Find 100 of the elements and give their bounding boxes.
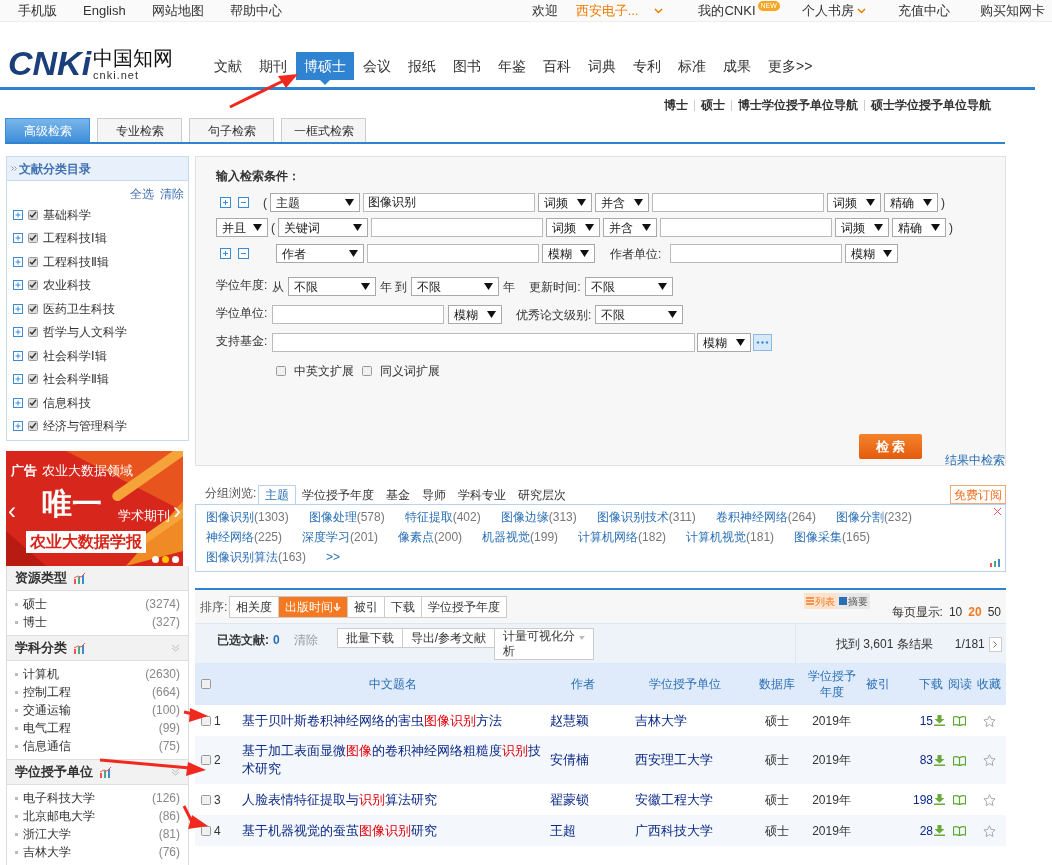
chart-icon[interactable] [73,642,86,654]
checkbox[interactable] [28,233,38,244]
expand-icon[interactable] [13,350,23,361]
author-link[interactable]: 安倩楠 [550,752,589,768]
select-all-link[interactable]: 全选 [130,185,154,203]
topic-link[interactable]: 图像识别算法(163) [206,549,306,566]
checkbox[interactable] [28,303,38,314]
ad-prev[interactable]: ‹ [8,499,16,523]
checkbox[interactable] [28,350,38,361]
column-header[interactable]: 作者 [545,663,620,705]
nav-tab[interactable]: 标准 [670,52,714,80]
sub-link[interactable]: 博士 [664,96,688,114]
nav-tab[interactable]: 图书 [445,52,489,80]
text-field[interactable]: 图像识别 [363,193,535,212]
expand-icon[interactable] [13,421,23,432]
topic-link[interactable]: 图像采集(165) [794,529,871,546]
checkbox[interactable] [201,715,211,726]
download-icon[interactable] [934,794,945,805]
dropdown[interactable]: 关键词 [278,218,368,237]
chart-icon[interactable] [99,766,112,778]
dropdown[interactable]: 不限 [595,305,684,324]
checkbox[interactable] [362,366,372,376]
book-icon[interactable] [953,716,966,727]
topic-link[interactable]: 计算机网络(182) [578,529,667,546]
download-count[interactable]: 15 [919,711,933,730]
clear-link[interactable]: 清除 [160,185,184,203]
dropdown[interactable]: 词频 [827,193,881,212]
column-header[interactable]: 数据库 [750,663,803,705]
facet-link[interactable]: 控制工程 [23,683,71,701]
nav-tab[interactable]: 成果 [715,52,759,80]
close-icon[interactable] [994,508,1001,515]
unit-link[interactable]: 广西科技大学 [635,822,713,838]
chart-icon[interactable] [73,572,86,584]
group-tab[interactable]: 主题 [258,485,297,504]
facet-link[interactable]: 北京邮电大学 [23,807,95,825]
top-link[interactable]: 充值中心 [897,0,950,21]
facet-link[interactable]: 电子科技大学 [23,789,95,807]
unit-link[interactable]: 安徽工程大学 [635,791,713,807]
download-icon[interactable] [934,715,945,726]
checkbox[interactable] [28,397,38,408]
sub-link[interactable]: 硕士 [701,96,725,114]
text-field[interactable] [660,218,832,237]
author-link[interactable]: 王超 [550,822,576,838]
checkbox[interactable] [28,421,38,432]
download-icon[interactable] [934,825,945,836]
topic-link[interactable]: 图像处理(578) [308,509,385,526]
checkbox[interactable] [201,825,211,836]
title-link[interactable]: 基于机器视觉的蚕茧图像识别研究 [242,821,541,840]
book-icon[interactable] [953,826,966,837]
facet-header[interactable]: 学位授予单位 [7,760,188,785]
facet-link[interactable]: 浙江大学 [23,825,71,843]
collapse-icon[interactable] [171,768,180,776]
group-tab[interactable]: 导师 [416,485,453,504]
facet-link[interactable]: 交通运输 [23,701,71,719]
add-icon[interactable] [220,248,231,259]
facet-link[interactable]: 信息通信 [23,737,71,755]
remove-icon[interactable] [238,197,249,208]
download-icon[interactable] [934,754,945,766]
top-link[interactable]: 购买知网卡 [979,0,1045,21]
sort-option[interactable]: 下载 [384,596,422,617]
top-link[interactable]: 网站地图 [151,0,204,21]
text-field[interactable] [367,244,539,263]
nav-tab[interactable]: 会议 [355,52,399,80]
download-count[interactable]: 198 [912,790,933,809]
dropdown[interactable]: 词频 [538,193,592,212]
topic-link[interactable]: 图像识别(1303) [206,509,289,526]
nav-tab[interactable]: 专利 [625,52,669,80]
facet-link[interactable]: 计算机 [23,665,59,683]
per-page-option[interactable]: 10 [948,602,963,621]
toolbar-button[interactable]: 批量下载 [336,628,403,648]
text-field[interactable] [670,244,843,263]
text-field[interactable] [272,333,695,352]
more-icon[interactable] [753,334,772,351]
dropdown[interactable]: 模糊 [448,305,502,324]
expand-icon[interactable] [13,209,23,220]
star-icon[interactable] [982,793,996,807]
facet-link[interactable]: 博士 [23,613,47,631]
column-header[interactable]: 学位授予单位 [620,663,750,705]
more-link[interactable]: >> [326,549,341,566]
column-header[interactable]: 下载 [895,663,947,705]
add-icon[interactable] [220,197,231,208]
star-icon[interactable] [982,714,996,728]
topic-link[interactable]: 图像分割(232) [835,509,912,526]
unit-link[interactable]: 吉林大学 [635,712,687,728]
topic-link[interactable]: 机器视觉(199) [482,529,559,546]
category-link[interactable]: 经济与管理科学 [43,417,127,436]
next-page-button[interactable] [988,636,1002,652]
search-tab[interactable]: 专业检索 [97,118,182,142]
expand-icon[interactable] [13,280,23,291]
category-link[interactable]: 哲学与人文科学 [43,323,127,342]
topic-link[interactable]: 特征提取(402) [404,509,481,526]
checkbox[interactable] [28,280,38,291]
nav-tab[interactable]: 年鉴 [490,52,534,80]
star-icon[interactable] [982,754,996,768]
category-link[interactable]: 社会科学Ⅰ辑 [43,346,107,365]
checkbox[interactable] [276,366,286,376]
expand-icon[interactable] [13,303,23,314]
group-tab[interactable]: 研究层次 [512,485,573,504]
column-header[interactable]: 被引 [860,663,895,705]
top-link[interactable]: 手机版 [18,0,57,21]
